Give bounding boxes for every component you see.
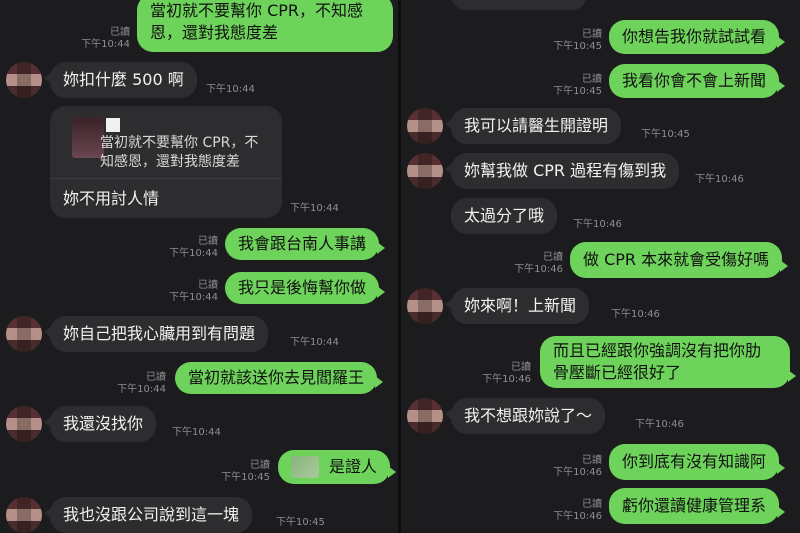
message-text: 你到底有沒有知識阿	[622, 452, 767, 471]
message-text-line: 骨壓斷已經很好了	[553, 363, 682, 382]
contact-avatar[interactable]	[407, 398, 443, 434]
contact-avatar[interactable]	[6, 406, 42, 442]
message-text: 是證人	[329, 457, 378, 476]
message-time: 下午10:44	[206, 84, 255, 95]
chat-panel-right: 你想告我你就試試看 已讀 下午10:45 我看你會不會上新聞 已讀 下午10:4…	[401, 0, 800, 533]
message-time: 下午10:46	[482, 374, 531, 385]
quoted-message[interactable]: 當初就不要幫你 CPR，不 知感恩，還對我態度差	[50, 106, 282, 179]
message-text: 妳扣什麼 500 啊	[63, 70, 184, 89]
read-receipt: 已讀	[146, 372, 166, 383]
message-bubble-incoming[interactable]: 我也沒跟公司說到這一塊	[43, 497, 253, 533]
message-time: 下午10:46	[635, 419, 684, 430]
reply-text: 妳不用討人情	[63, 189, 160, 208]
message-time: 下午10:44	[81, 39, 130, 50]
contact-avatar[interactable]	[6, 497, 42, 533]
message-time: 下午10:46	[553, 467, 602, 478]
message-text: 妳幫我做 CPR 過程有傷到我	[464, 161, 667, 180]
message-bubble-incoming[interactable]	[451, 0, 587, 10]
read-receipt: 已讀	[582, 74, 602, 85]
message-time: 下午10:44	[169, 292, 218, 303]
message-time: 下午10:46	[611, 309, 660, 320]
read-receipt: 已讀	[198, 236, 218, 247]
message-bubble-outgoing[interactable]: 你想告我你就試試看	[609, 20, 786, 54]
quoted-text-line: 當初就不要幫你 CPR，不	[100, 135, 259, 151]
message-bubble-incoming[interactable]: 我還沒找你	[43, 406, 157, 442]
message-time: 下午10:44	[290, 203, 339, 214]
message-bubble-outgoing[interactable]: 而且已經跟你強調沒有把你肋 骨壓斷已經很好了	[540, 336, 796, 388]
message-bubble-incoming[interactable]: 妳來啊！上新聞	[444, 288, 590, 324]
message-time: 下午10:44	[290, 337, 339, 348]
message-bubble-incoming[interactable]: 太過分了哦	[451, 198, 558, 234]
quoted-reply-bubble[interactable]: 當初就不要幫你 CPR，不 知感恩，還對我態度差 妳不用討人情	[50, 106, 282, 218]
message-text: 我看你會不會上新聞	[622, 71, 767, 90]
message-text-line: 當初就不要幫你 CPR，不知感	[150, 1, 364, 20]
message-time: 下午10:44	[117, 384, 166, 395]
message-bubble-outgoing[interactable]: 我只是後悔幫你做	[225, 272, 386, 304]
message-text: 我不想跟妳說了～	[464, 406, 593, 425]
message-time: 下午10:45	[276, 517, 325, 528]
message-bubble-outgoing[interactable]: 虧你還讀健康管理系	[609, 488, 786, 524]
message-text-line: 而且已經跟你強調沒有把你肋	[553, 341, 762, 360]
message-text: 我也沒跟公司說到這一塊	[63, 505, 240, 524]
blurred-image-placeholder	[291, 456, 319, 478]
message-bubble-incoming[interactable]: 妳扣什麼 500 啊	[44, 62, 197, 98]
message-text: 妳自己把我心臟用到有問題	[63, 324, 256, 343]
message-text: 做 CPR 本來就會受傷好嗎	[583, 250, 770, 269]
message-bubble-outgoing[interactable]: 做 CPR 本來就會受傷好嗎	[570, 242, 789, 278]
read-receipt: 已讀	[198, 280, 218, 291]
contact-avatar[interactable]	[407, 108, 443, 144]
message-time: 下午10:46	[573, 219, 622, 230]
message-time: 下午10:44	[169, 248, 218, 259]
message-text: 我會跟台南人事講	[238, 234, 367, 253]
message-bubble-incoming[interactable]: 我可以請醫生開證明	[444, 108, 622, 144]
message-text: 虧你還讀健康管理系	[622, 496, 767, 515]
message-text: 我只是後悔幫你做	[238, 278, 367, 297]
message-bubble-outgoing[interactable]: 我看你會不會上新聞	[609, 64, 786, 98]
message-time: 下午10:46	[553, 511, 602, 522]
message-bubble-incoming[interactable]: 妳幫我做 CPR 過程有傷到我	[444, 153, 680, 189]
message-text: 你想告我你就試試看	[622, 27, 767, 46]
message-text: 當初就該送你去見閻羅王	[188, 368, 365, 387]
message-bubble-incoming[interactable]: 我不想跟妳說了～	[444, 398, 606, 434]
message-text: 妳來啊！上新聞	[464, 296, 577, 315]
message-bubble-outgoing[interactable]: 我會跟台南人事講	[225, 228, 386, 260]
message-time: 下午10:46	[514, 264, 563, 275]
message-text: 我可以請醫生開證明	[464, 116, 609, 135]
read-receipt: 已讀	[543, 252, 563, 263]
read-receipt: 已讀	[582, 29, 602, 40]
contact-avatar[interactable]	[407, 153, 443, 189]
message-time: 下午10:45	[641, 129, 690, 140]
message-time: 下午10:44	[172, 427, 221, 438]
message-bubble-outgoing[interactable]: 當初就不要幫你 CPR，不知感 恩，還對我態度差	[137, 0, 393, 52]
message-bubble-outgoing[interactable]: 你到底有沒有知識阿	[609, 444, 786, 480]
message-bubble-outgoing[interactable]: 當初就該送你去見閻羅王	[175, 362, 384, 394]
contact-avatar[interactable]	[6, 62, 42, 98]
read-receipt: 已讀	[582, 455, 602, 466]
contact-avatar[interactable]	[6, 316, 42, 352]
message-time: 下午10:45	[221, 472, 270, 483]
message-time: 下午10:45	[553, 41, 602, 52]
read-receipt: 已讀	[582, 499, 602, 510]
message-time: 下午10:45	[553, 86, 602, 97]
quoted-image-icon	[106, 118, 120, 132]
contact-avatar[interactable]	[407, 288, 443, 324]
message-time: 下午10:46	[695, 174, 744, 185]
chat-panel-left: 當初就不要幫你 CPR，不知感 恩，還對我態度差 已讀 下午10:44 妳扣什麼…	[0, 0, 398, 533]
message-text-line: 恩，還對我態度差	[150, 23, 279, 42]
message-bubble-outgoing[interactable]: 是證人	[278, 450, 397, 484]
read-receipt: 已讀	[250, 460, 270, 471]
message-text: 我還沒找你	[63, 414, 144, 433]
read-receipt: 已讀	[110, 27, 130, 38]
quoted-text-line: 知感恩，還對我態度差	[100, 154, 240, 170]
message-bubble-incoming[interactable]: 妳自己把我心臟用到有問題	[43, 316, 269, 352]
message-text: 太過分了哦	[464, 206, 545, 225]
read-receipt: 已讀	[511, 362, 531, 373]
